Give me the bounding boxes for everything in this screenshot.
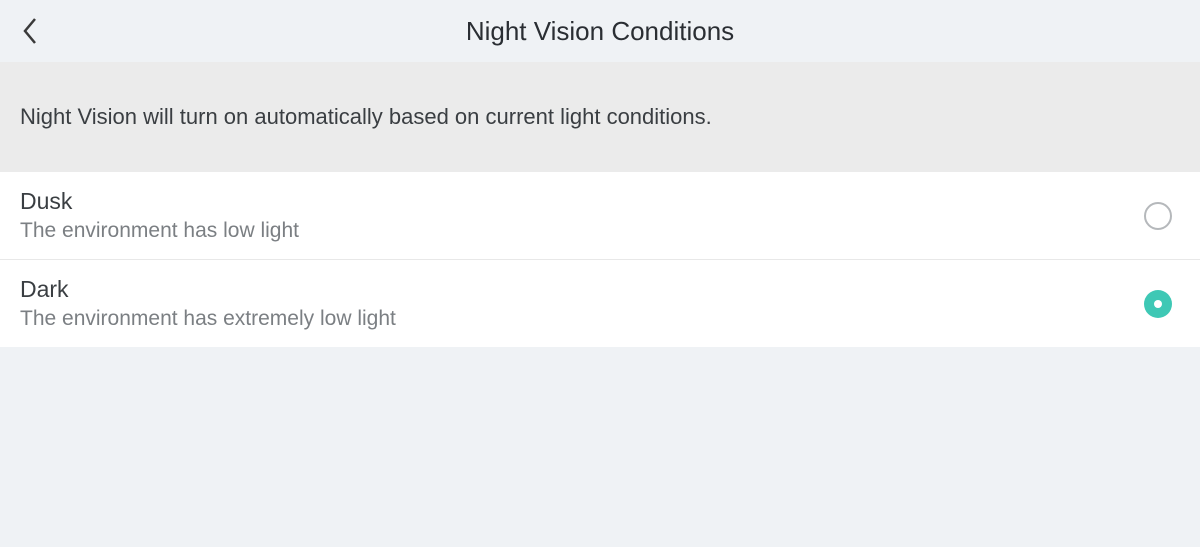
description-block: Night Vision will turn on automatically … — [0, 62, 1200, 172]
option-text: Dusk The environment has low light — [20, 188, 299, 243]
description-text: Night Vision will turn on automatically … — [20, 104, 1180, 130]
back-button[interactable] — [10, 11, 50, 51]
radio-unchecked-icon — [1144, 202, 1172, 230]
header: Night Vision Conditions — [0, 0, 1200, 62]
option-title: Dark — [20, 276, 396, 303]
option-dark[interactable]: Dark The environment has extremely low l… — [0, 260, 1200, 347]
options-list: Dusk The environment has low light Dark … — [0, 172, 1200, 347]
option-subtitle: The environment has extremely low light — [20, 307, 396, 331]
option-text: Dark The environment has extremely low l… — [20, 276, 396, 331]
chevron-left-icon — [21, 16, 39, 46]
radio-control — [1144, 202, 1172, 230]
radio-control — [1144, 290, 1172, 318]
radio-checked-icon — [1144, 290, 1172, 318]
option-title: Dusk — [20, 188, 299, 215]
option-subtitle: The environment has low light — [20, 219, 299, 243]
page-title: Night Vision Conditions — [466, 16, 734, 47]
option-dusk[interactable]: Dusk The environment has low light — [0, 172, 1200, 260]
